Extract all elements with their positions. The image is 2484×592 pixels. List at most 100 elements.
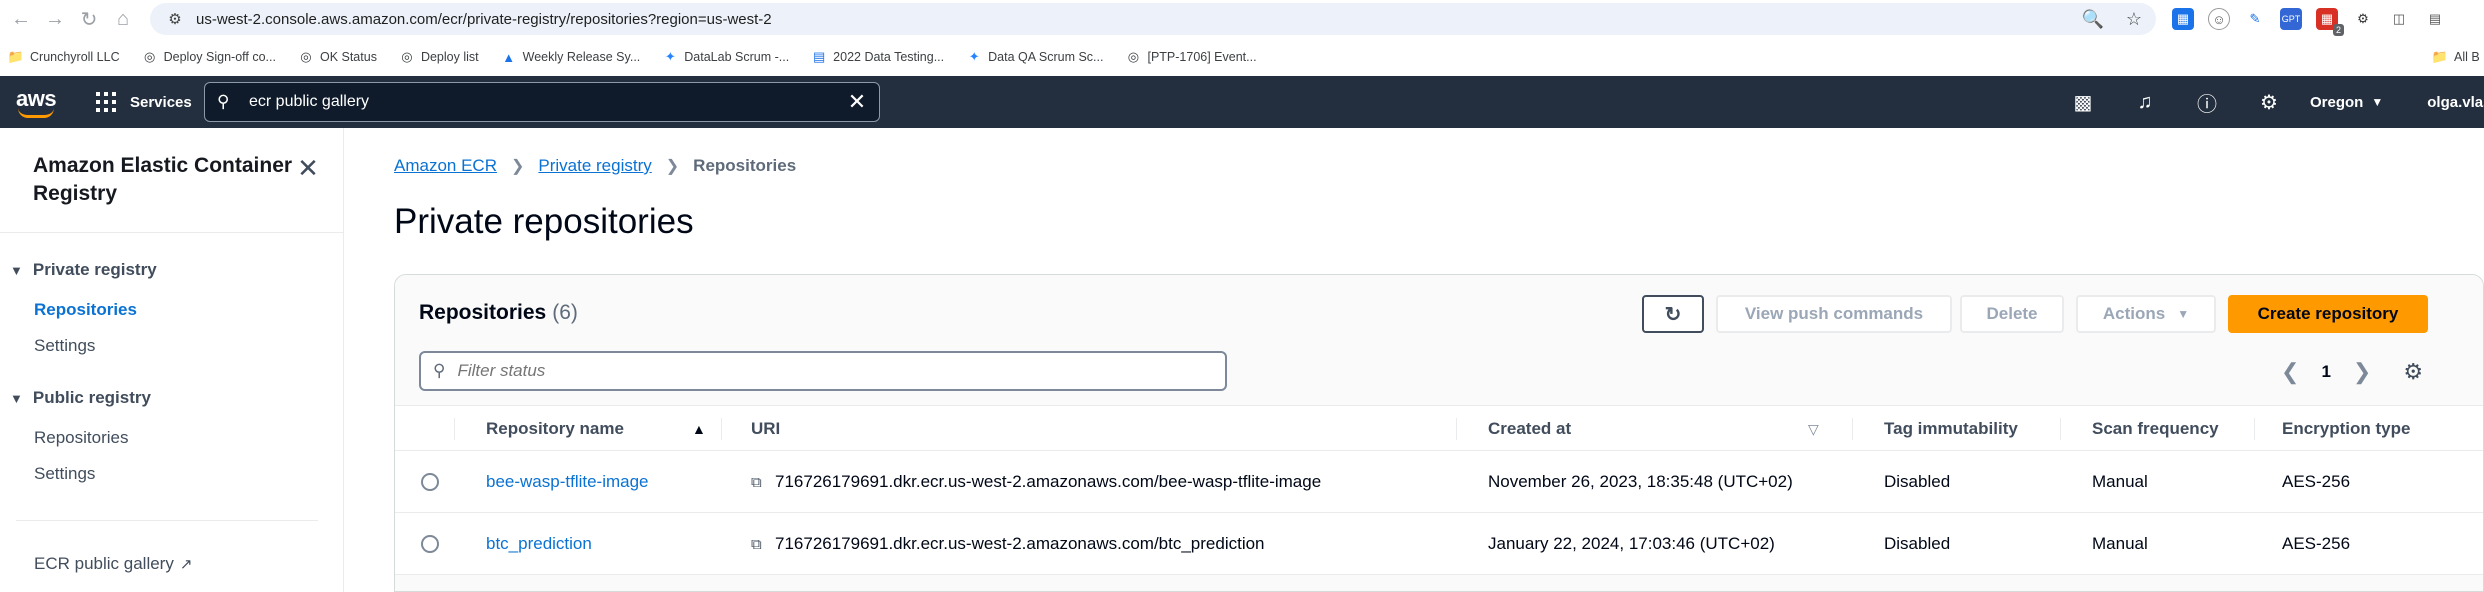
tag-immutability-cell: Disabled xyxy=(1884,472,1951,491)
created-at-cell: January 22, 2024, 17:03:46 (UTC+02) xyxy=(1488,534,1775,553)
chevron-right-icon: ❯ xyxy=(665,158,680,175)
sidepanel-icon[interactable]: ▤ xyxy=(2424,8,2446,30)
row-select-radio[interactable] xyxy=(421,535,439,553)
table-heading: Repositories (6) xyxy=(419,301,578,324)
scan-frequency-cell: Manual xyxy=(2092,472,2148,491)
aws-smile-icon xyxy=(18,108,54,118)
bookmark-item[interactable]: ▤ 2022 Data Testing... xyxy=(811,49,944,65)
bookmark-item[interactable]: ✦ DataLab Scrum -... xyxy=(662,49,789,65)
bookmark-item[interactable]: ◎ [PTP-1706] Event... xyxy=(1125,49,1257,65)
section-public-registry[interactable]: ▼ Public registry xyxy=(10,388,151,408)
settings-gear-icon[interactable]: ⚙ xyxy=(2238,76,2300,128)
chevron-left-icon[interactable]: ❮ xyxy=(2281,359,2299,385)
bookmark-item[interactable]: ◎ Deploy list xyxy=(399,49,478,65)
triangle-icon: ▲ xyxy=(502,49,516,65)
refresh-button[interactable]: ↻ xyxy=(1642,295,1704,333)
globe-icon: ◎ xyxy=(300,49,312,64)
sidebar-item-public-settings[interactable]: Settings xyxy=(34,464,95,484)
all-bookmarks[interactable]: 📁 All B xyxy=(2432,42,2480,72)
face-extension-icon[interactable]: ☺ xyxy=(2208,8,2230,30)
bookmark-item[interactable]: ◎ OK Status xyxy=(298,49,377,65)
column-header-tag-immutability[interactable]: Tag immutability xyxy=(1884,406,2018,452)
globe-icon: ◎ xyxy=(401,49,413,64)
external-link-icon: ↗ xyxy=(179,556,193,573)
aws-logo[interactable]: aws xyxy=(16,86,60,118)
repository-count: (6) xyxy=(552,301,578,324)
copy-icon[interactable]: ⧉ xyxy=(751,452,769,514)
chevron-right-icon[interactable]: ❯ xyxy=(2353,359,2371,385)
copy-icon[interactable]: ⧉ xyxy=(751,514,769,576)
bookmark-item[interactable]: ✦ Data QA Scrum Sc... xyxy=(966,49,1104,65)
sidebar-item-private-repositories[interactable]: Repositories xyxy=(34,300,137,320)
url-text[interactable]: us-west-2.console.aws.amazon.com/ecr/pri… xyxy=(196,11,772,28)
column-header-created-at[interactable]: Created at xyxy=(1488,406,1571,452)
filter-input[interactable] xyxy=(457,361,1218,381)
breadcrumb-amazon-ecr[interactable]: Amazon ECR xyxy=(394,156,497,176)
clear-search-icon[interactable]: ✕ xyxy=(845,90,869,114)
column-header-uri[interactable]: URI xyxy=(751,406,780,452)
current-page[interactable]: 1 xyxy=(2321,362,2330,382)
forward-arrow-icon[interactable]: → xyxy=(40,4,70,34)
help-icon[interactable]: ⓘ xyxy=(2176,76,2238,128)
sidebar-item-public-repositories[interactable]: Repositories xyxy=(34,428,129,448)
globe-icon: ◎ xyxy=(143,49,156,64)
bookmark-star-icon[interactable]: ☆ xyxy=(2126,9,2142,30)
account-menu[interactable]: olga.vlase xyxy=(2427,94,2484,111)
aws-search-input[interactable]: ⚲ ecr public gallery ✕ xyxy=(204,82,880,122)
table-preferences-gear-icon[interactable]: ⚙ xyxy=(2403,359,2423,385)
column-header-encryption-type[interactable]: Encryption type xyxy=(2282,406,2410,452)
breadcrumb: Amazon ECR ❯ Private registry ❯ Reposito… xyxy=(394,156,796,176)
create-repository-button[interactable]: Create repository xyxy=(2228,295,2428,333)
view-push-commands-button[interactable]: View push commands xyxy=(1716,295,1952,333)
caret-down-icon: ▼ xyxy=(10,390,23,406)
folder-icon: 📁 xyxy=(7,49,25,64)
filter-field[interactable]: ⚲ xyxy=(419,351,1227,391)
sidebar-item-private-settings[interactable]: Settings xyxy=(34,336,95,356)
column-header-repository-name[interactable]: Repository name xyxy=(486,406,624,452)
bookmark-item[interactable]: ▲ Weekly Release Sy... xyxy=(501,49,640,65)
grid-extension-icon[interactable]: ▦ 2 xyxy=(2316,8,2344,36)
repositories-table: Repository name ▲ URI Created at ▽ Tag i… xyxy=(395,405,2483,575)
settings-extension-icon[interactable]: ⚙ xyxy=(2352,8,2374,30)
breadcrumb-private-registry[interactable]: Private registry xyxy=(538,156,651,176)
region-selector[interactable]: Oregon ▼ xyxy=(2310,94,2383,111)
gpt-extension-icon[interactable]: GPT xyxy=(2280,8,2302,30)
calendar-extension-icon[interactable]: ▦ xyxy=(2172,8,2194,30)
column-divider xyxy=(454,418,455,440)
sort-ascending-icon[interactable]: ▲ xyxy=(692,406,706,452)
bookmark-item[interactable]: 📁 Crunchyroll LLC xyxy=(8,49,120,65)
sidebar-item-ecr-public-gallery[interactable]: ECR public gallery ↗ xyxy=(34,554,192,574)
row-select-radio[interactable] xyxy=(421,473,439,491)
back-arrow-icon[interactable]: ← xyxy=(6,4,36,34)
address-bar[interactable]: ⚙ us-west-2.console.aws.amazon.com/ecr/p… xyxy=(150,3,2156,35)
actions-dropdown-button[interactable]: Actions ▼ xyxy=(2076,295,2216,333)
sort-indicator-icon[interactable]: ▽ xyxy=(1808,406,1819,452)
column-header-scan-frequency[interactable]: Scan frequency xyxy=(2092,406,2219,452)
home-icon[interactable]: ⌂ xyxy=(108,4,138,34)
cloudshell-icon[interactable]: ▩ xyxy=(2052,76,2114,128)
repository-name-link[interactable]: bee-wasp-tflite-image xyxy=(486,451,649,513)
delete-button[interactable]: Delete xyxy=(1960,295,2064,333)
reload-icon[interactable]: ↻ xyxy=(74,4,104,34)
site-settings-icon[interactable]: ⚙ xyxy=(166,10,184,28)
tool-extension-icon[interactable]: ✎ xyxy=(2244,8,2266,30)
folder-icon: 📁 xyxy=(2431,49,2449,64)
aws-top-nav: aws Services ⚲ ecr public gallery ✕ ▩ ♫ … xyxy=(0,76,2484,128)
zoom-icon[interactable]: 🔍 xyxy=(2081,9,2103,30)
notifications-bell-icon[interactable]: ♫ xyxy=(2114,76,2176,128)
extension-badge: 2 xyxy=(2332,24,2344,36)
puzzle-extension-icon[interactable]: ◫ xyxy=(2388,8,2410,30)
column-divider xyxy=(2060,418,2061,440)
chevron-right-icon: ❯ xyxy=(510,158,525,175)
column-divider xyxy=(2254,418,2255,440)
section-private-registry[interactable]: ▼ Private registry xyxy=(10,260,157,280)
table-row[interactable]: bee-wasp-tflite-image ⧉ 716726179691.dkr.… xyxy=(395,451,2483,513)
repository-name-link[interactable]: btc_prediction xyxy=(486,513,592,575)
table-row[interactable]: btc_prediction ⧉ 716726179691.dkr.ecr.us-… xyxy=(395,513,2483,575)
close-icon[interactable]: ✕ xyxy=(294,154,322,182)
bookmark-item[interactable]: ◎ Deploy Sign-off co... xyxy=(142,49,276,65)
column-divider xyxy=(721,418,722,440)
services-menu-button[interactable]: Services xyxy=(96,88,192,116)
search-value[interactable]: ecr public gallery xyxy=(249,93,369,111)
bookmarks-bar: 📁 Crunchyroll LLC ◎ Deploy Sign-off co... … xyxy=(0,42,2484,72)
